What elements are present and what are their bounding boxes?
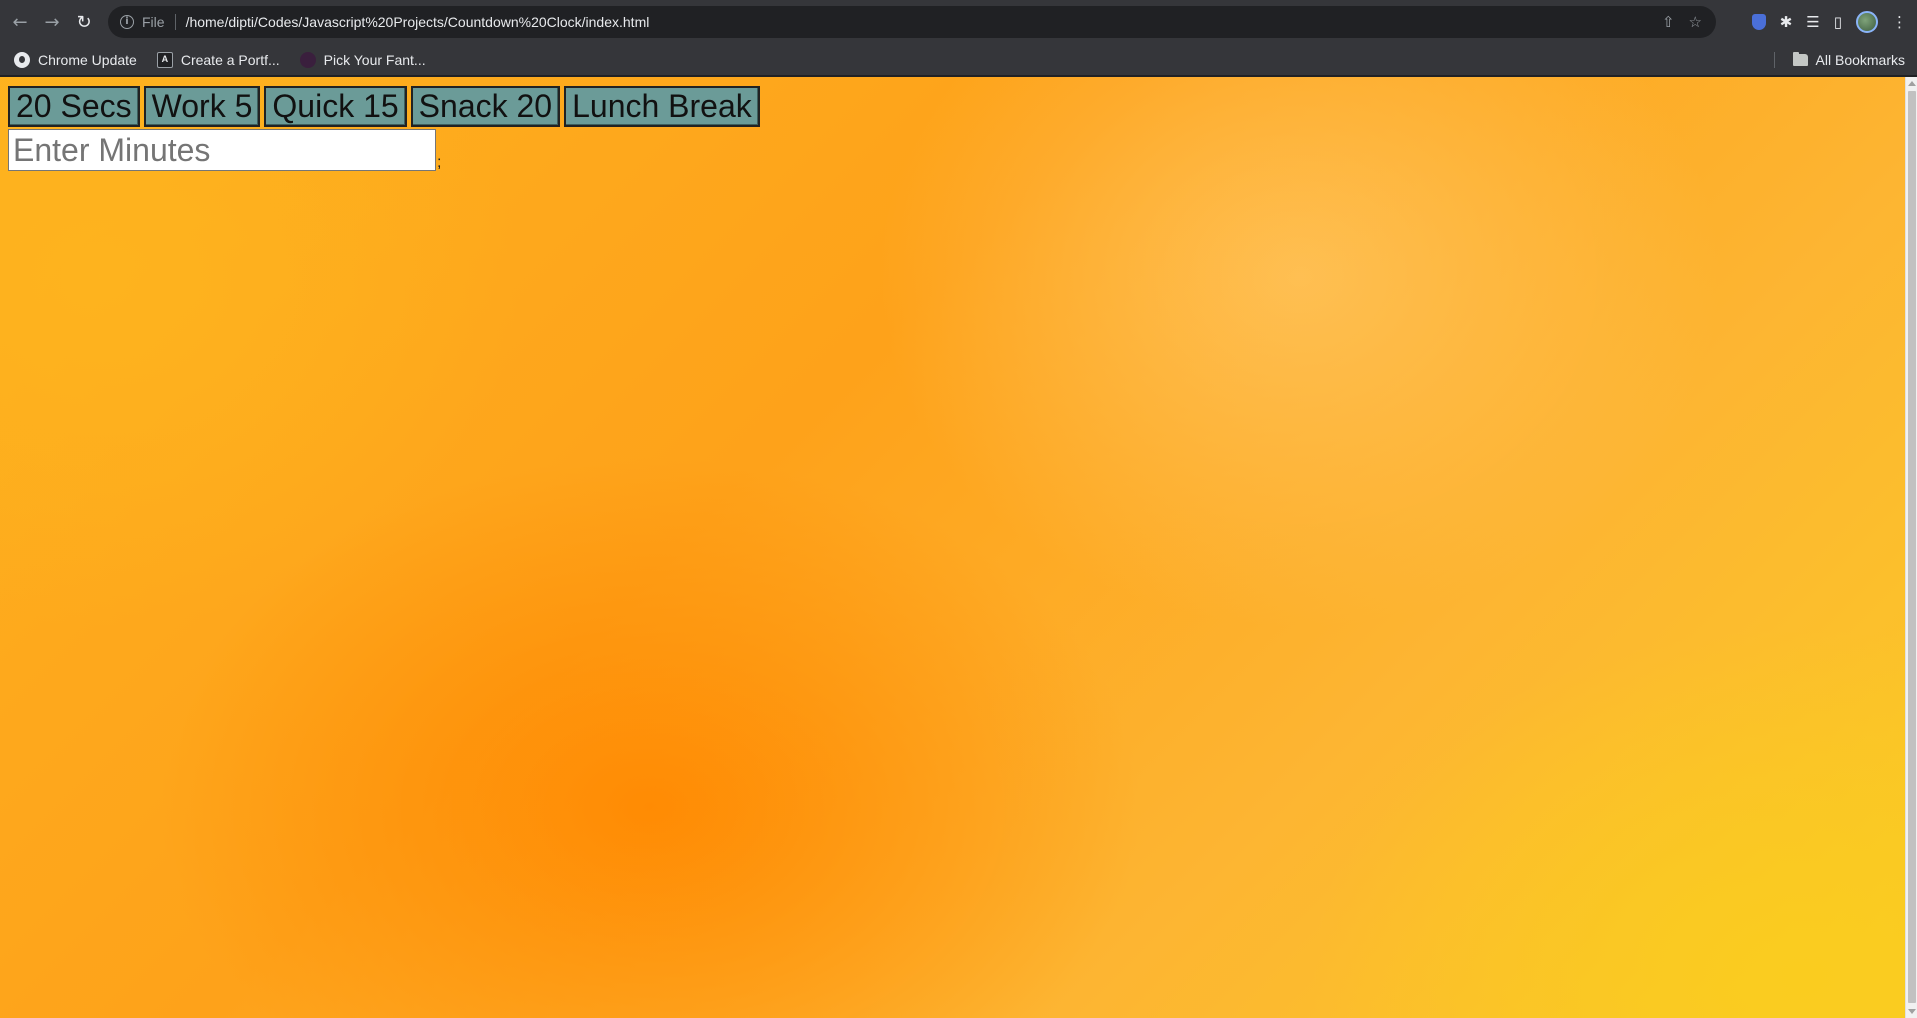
bookmark-chrome-update[interactable]: Chrome Update bbox=[14, 51, 137, 68]
info-icon[interactable]: i bbox=[120, 15, 134, 29]
minutes-input[interactable] bbox=[8, 129, 436, 171]
menu-kebab-icon[interactable]: ⋮ bbox=[1892, 13, 1907, 31]
page-viewport: 20 Secs Work 5 Quick 15 Snack 20 Lunch B… bbox=[0, 77, 1917, 1018]
timer-button-20-secs[interactable]: 20 Secs bbox=[8, 86, 140, 127]
address-bar[interactable]: i File /home/dipti/Codes/Javascript%20Pr… bbox=[108, 6, 1716, 38]
shield-extension-icon[interactable] bbox=[1751, 14, 1766, 30]
bookmark-pick-your-font[interactable]: Pick Your Fant... bbox=[299, 51, 426, 68]
address-scheme: File bbox=[142, 14, 165, 30]
address-actions: ⇧ ☆ bbox=[1662, 13, 1702, 31]
custom-minutes-form: ; bbox=[8, 129, 441, 171]
timer-button-work-5[interactable]: Work 5 bbox=[143, 86, 261, 127]
back-button[interactable]: ← bbox=[4, 6, 36, 38]
forward-button[interactable]: → bbox=[36, 6, 68, 38]
all-bookmarks-button[interactable]: All Bookmarks bbox=[1792, 44, 1905, 76]
page-scrollbar[interactable] bbox=[1905, 77, 1917, 1018]
back-icon: ← bbox=[12, 11, 28, 33]
bookmarks-divider bbox=[1774, 52, 1775, 68]
font-icon bbox=[299, 51, 316, 68]
angular-icon: A bbox=[156, 51, 173, 68]
extensions-puzzle-icon[interactable]: ✱ bbox=[1780, 13, 1793, 31]
bookmark-label: Pick Your Fant... bbox=[323, 51, 426, 68]
reload-button[interactable]: ↻ bbox=[68, 6, 100, 38]
share-icon[interactable]: ⇧ bbox=[1662, 13, 1675, 31]
side-panel-icon[interactable]: ▯ bbox=[1834, 13, 1842, 31]
address-url[interactable]: /home/dipti/Codes/Javascript%20Projects/… bbox=[186, 14, 650, 30]
forward-icon: → bbox=[44, 11, 60, 33]
bookmark-label: Create a Portf... bbox=[180, 51, 280, 68]
timer-button-quick-15[interactable]: Quick 15 bbox=[264, 86, 407, 127]
scroll-up-arrow-icon[interactable] bbox=[1908, 81, 1916, 86]
timer-controls: 20 Secs Work 5 Quick 15 Snack 20 Lunch B… bbox=[8, 86, 760, 127]
bookmark-star-icon[interactable]: ☆ bbox=[1689, 13, 1702, 31]
browser-toolbar: ← → ↻ i File /home/dipti/Codes/Javascrip… bbox=[0, 0, 1917, 44]
timer-button-snack-20[interactable]: Snack 20 bbox=[410, 86, 561, 127]
reading-list-icon[interactable]: ☰ bbox=[1806, 13, 1819, 31]
scroll-thumb[interactable] bbox=[1908, 91, 1916, 1003]
github-icon bbox=[14, 51, 30, 68]
scroll-down-arrow-icon[interactable] bbox=[1908, 1009, 1916, 1014]
reload-icon: ↻ bbox=[76, 11, 92, 33]
address-divider bbox=[174, 14, 176, 30]
extension-area: ✱ ☰ ▯ ⋮ bbox=[1751, 6, 1907, 38]
stray-semicolon-text: ; bbox=[437, 154, 442, 171]
folder-icon bbox=[1792, 52, 1808, 66]
bookmark-label: Chrome Update bbox=[38, 51, 137, 68]
timer-button-lunch-break[interactable]: Lunch Break bbox=[564, 86, 760, 127]
bookmark-create-portfolio[interactable]: A Create a Portf... bbox=[156, 51, 280, 68]
profile-avatar-icon[interactable] bbox=[1856, 11, 1878, 33]
all-bookmarks-label: All Bookmarks bbox=[1815, 52, 1905, 68]
bookmarks-bar: Chrome Update A Create a Portf... Pick Y… bbox=[0, 44, 1917, 76]
